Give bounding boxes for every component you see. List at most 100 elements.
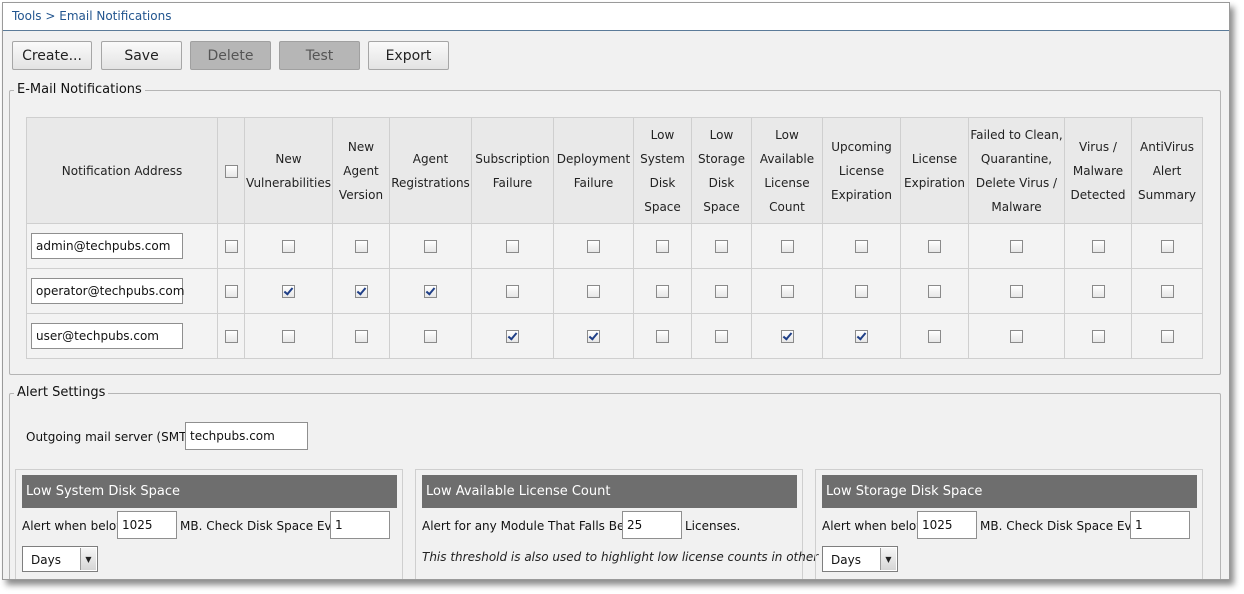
email-notifications-window: Tools > Email Notifications Create... Sa…	[2, 2, 1230, 580]
select-all-checkbox[interactable]	[224, 164, 238, 178]
notification-checkbox[interactable]	[1010, 240, 1023, 253]
smtp-server-input[interactable]: techpubs.com	[185, 422, 308, 450]
notification-checkbox[interactable]	[780, 330, 794, 343]
checkbox-cell	[1131, 223, 1203, 269]
delete-button[interactable]: Delete	[190, 41, 271, 70]
notification-checkbox[interactable]	[1010, 330, 1023, 343]
breadcrumb: Tools > Email Notifications	[3, 3, 1229, 31]
notification-checkbox[interactable]	[1091, 330, 1105, 343]
notification-checkbox[interactable]	[855, 330, 868, 343]
notification-checkbox[interactable]	[354, 285, 368, 298]
notification-checkbox[interactable]	[587, 240, 600, 253]
notification-checkbox[interactable]	[587, 330, 600, 343]
checkbox-cell	[900, 313, 969, 359]
low-storage-unit-value: Days	[831, 553, 861, 567]
low-system-check-label: MB. Check Disk Space Every	[180, 519, 352, 533]
low-storage-interval-input[interactable]: 1	[1130, 511, 1190, 539]
notification-checkbox[interactable]	[282, 285, 295, 298]
low-license-suffix: Licenses.	[685, 519, 741, 533]
notification-checkbox[interactable]	[780, 285, 794, 298]
notification-checkbox[interactable]	[855, 240, 868, 253]
checkbox-cell	[633, 223, 692, 269]
export-button[interactable]: Export	[368, 41, 449, 70]
notification-checkbox[interactable]	[656, 330, 669, 343]
notification-checkbox[interactable]	[1010, 285, 1023, 298]
notification-checkbox[interactable]	[656, 285, 669, 298]
notification-checkbox[interactable]	[1160, 240, 1174, 253]
notification-checkbox[interactable]	[587, 285, 600, 298]
notification-checkbox[interactable]	[715, 285, 728, 298]
column-header: Low Available License Count	[751, 117, 823, 224]
create-button[interactable]: Create...	[12, 41, 92, 70]
checkbox-cell	[1064, 313, 1132, 359]
notification-checkbox[interactable]	[506, 330, 519, 343]
column-header: Low Storage Disk Space	[691, 117, 752, 224]
test-button[interactable]: Test	[279, 41, 360, 70]
low-storage-threshold-input[interactable]: 1025	[917, 511, 977, 539]
checkbox-cell	[691, 313, 752, 359]
notification-checkbox[interactable]	[424, 330, 437, 343]
checkbox-cell	[244, 223, 333, 269]
notification-checkbox[interactable]	[928, 285, 941, 298]
notification-checkbox[interactable]	[715, 240, 728, 253]
table-header-row: Notification Address New Vulnerabilities…	[26, 117, 1203, 224]
table-row: operator@techpubs.com	[26, 268, 1203, 314]
row-select-checkbox[interactable]	[224, 285, 238, 298]
notification-checkbox[interactable]	[1160, 330, 1174, 343]
checkbox-cell	[332, 268, 390, 314]
notification-checkbox[interactable]	[424, 285, 437, 298]
notification-checkbox[interactable]	[424, 240, 437, 253]
notification-checkbox[interactable]	[506, 285, 519, 298]
low-storage-alert-label: Alert when below	[822, 519, 927, 533]
checkbox-cell	[217, 313, 245, 359]
low-storage-unit-select[interactable]: Days ▼	[822, 546, 898, 572]
low-system-threshold-input[interactable]: 1025	[117, 511, 177, 539]
low-storage-disk-title: Low Storage Disk Space	[822, 475, 1197, 508]
low-license-threshold-input[interactable]: 25	[622, 511, 682, 539]
checkbox-cell	[389, 268, 472, 314]
low-system-interval-input[interactable]: 1	[330, 511, 390, 539]
select-all-header	[217, 117, 245, 224]
low-license-note: This threshold is also used to highlight…	[422, 550, 856, 564]
notification-checkbox[interactable]	[1160, 285, 1174, 298]
notification-checkbox[interactable]	[506, 240, 519, 253]
checkbox-cell	[471, 268, 554, 314]
breadcrumb-link[interactable]: Tools > Email Notifications	[12, 9, 171, 23]
notification-checkbox[interactable]	[715, 330, 728, 343]
checkbox-cell	[471, 223, 554, 269]
address-cell: user@techpubs.com	[26, 313, 218, 359]
notification-address-input[interactable]: user@techpubs.com	[31, 323, 183, 349]
column-header: Deployment Failure	[553, 117, 634, 224]
notification-checkbox[interactable]	[656, 240, 669, 253]
notification-address-input[interactable]: admin@techpubs.com	[31, 233, 183, 259]
notification-checkbox[interactable]	[1091, 285, 1105, 298]
notification-checkbox[interactable]	[282, 240, 295, 253]
checkbox-cell	[1131, 268, 1203, 314]
notification-checkbox[interactable]	[928, 330, 941, 343]
save-button[interactable]: Save	[101, 41, 182, 70]
notification-checkbox[interactable]	[780, 240, 794, 253]
row-select-checkbox[interactable]	[224, 240, 238, 253]
notification-checkbox[interactable]	[1091, 240, 1105, 253]
checkbox-cell	[1064, 223, 1132, 269]
row-select-checkbox[interactable]	[224, 330, 238, 343]
checkbox-cell	[244, 268, 333, 314]
checkbox-cell	[217, 268, 245, 314]
notification-checkbox[interactable]	[282, 330, 295, 343]
chevron-down-icon[interactable]: ▼	[880, 548, 896, 570]
notification-checkbox[interactable]	[855, 285, 868, 298]
checkbox-cell	[633, 313, 692, 359]
notification-address-input[interactable]: operator@techpubs.com	[31, 278, 184, 304]
smtp-label: Outgoing mail server (SMTP):	[26, 430, 203, 444]
low-system-unit-select[interactable]: Days ▼	[22, 546, 98, 572]
column-header: Upcoming License Expiration	[822, 117, 901, 224]
chevron-down-icon[interactable]: ▼	[80, 548, 96, 570]
checkbox-cell	[968, 223, 1065, 269]
notification-checkbox[interactable]	[354, 330, 368, 343]
notification-checkbox[interactable]	[928, 240, 941, 253]
alert-settings-legend: Alert Settings	[14, 385, 109, 400]
column-header: Low System Disk Space	[633, 117, 692, 224]
notification-checkbox[interactable]	[354, 240, 368, 253]
checkbox-cell	[244, 313, 333, 359]
checkbox-cell	[471, 313, 554, 359]
